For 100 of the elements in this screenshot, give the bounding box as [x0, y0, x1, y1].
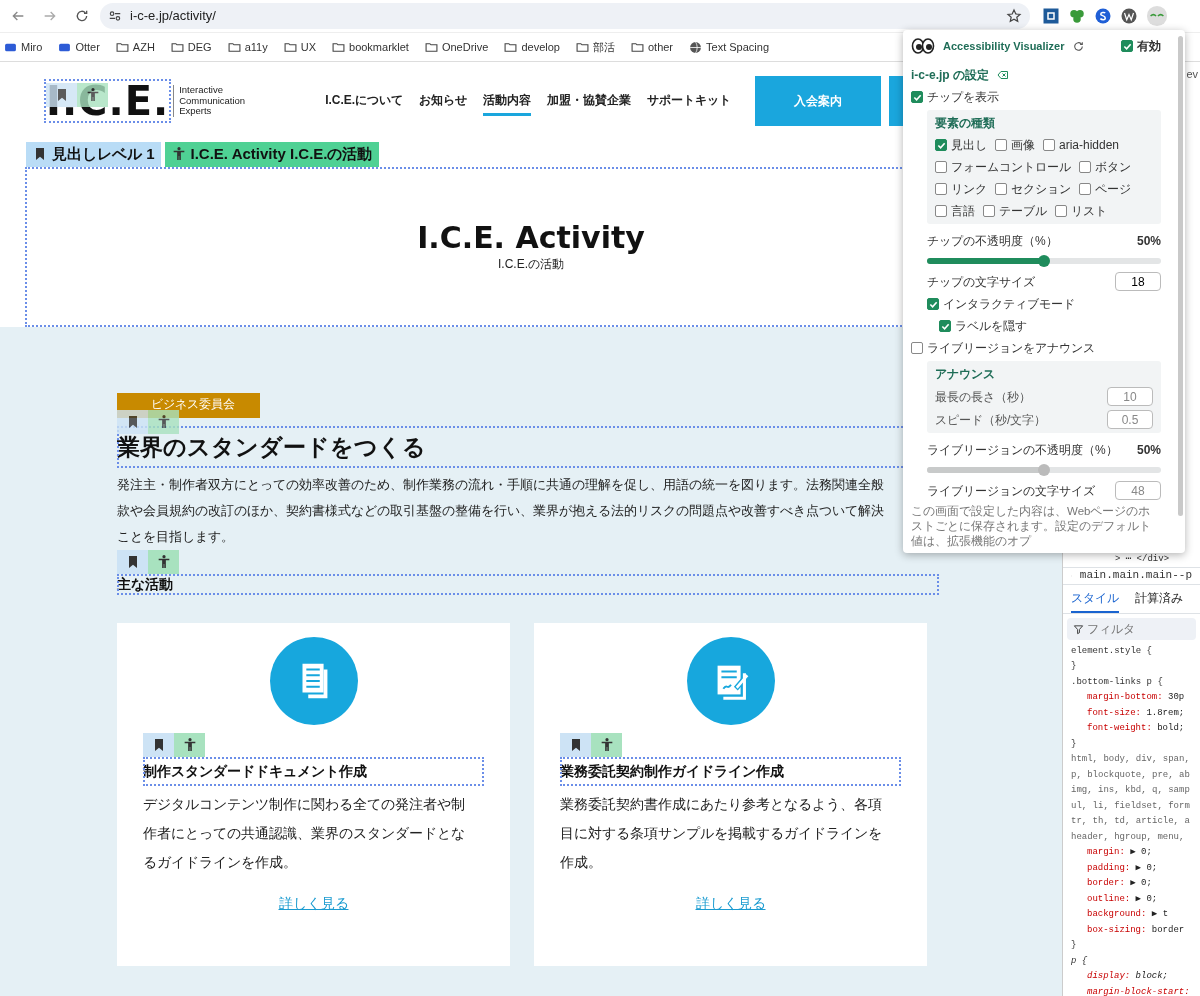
checkbox-label: aria-hidden	[1059, 137, 1120, 154]
checkbox[interactable]	[935, 183, 947, 195]
clover-icon	[1068, 7, 1086, 25]
bookmark-link[interactable]: UX	[283, 38, 316, 56]
devtools-tab[interactable]: スタイル	[1071, 584, 1119, 613]
checkbox-label: 有効	[1137, 38, 1161, 55]
checkbox[interactable]	[1055, 205, 1067, 217]
bookmark-link[interactable]: other	[630, 38, 674, 56]
nav-link[interactable]: I.C.E.について	[325, 86, 404, 116]
field-label: 最長の長さ（秒）	[935, 388, 1031, 406]
nav-link[interactable]: お知らせ	[419, 86, 468, 116]
folder-icon	[424, 40, 438, 54]
checkbox[interactable]	[939, 320, 951, 332]
reload-icon	[1072, 39, 1086, 53]
bookmark-link[interactable]: Miro	[4, 38, 43, 56]
checkbox-label: ページ	[1095, 181, 1131, 198]
clear-icon	[997, 69, 1009, 81]
css-text: p, blockquote, pre, ab	[1071, 768, 1191, 782]
css-declaration: display: block;	[1086, 970, 1170, 983]
checkbox[interactable]	[1043, 139, 1055, 151]
check-icon	[912, 92, 922, 102]
name-chip: I.C.E. Activity I.C.E.の活動	[164, 142, 379, 167]
number-field[interactable]: 10	[1107, 387, 1153, 406]
checkbox[interactable]	[995, 183, 1007, 195]
logo-tagline: Interactive Communication Experts	[173, 85, 246, 117]
address-bar[interactable]: i-c-e.jp/activity/	[100, 3, 1030, 29]
css-text: tr, th, td, article, a	[1071, 815, 1191, 828]
checkbox[interactable]	[983, 205, 995, 217]
slider-value: 50%	[1136, 442, 1161, 459]
bookmark-link[interactable]: bookmarklet	[332, 38, 409, 56]
popup-title: Accessibility Visualizer	[943, 38, 1065, 54]
bookmark-link[interactable]: OneDrive	[424, 38, 489, 56]
css-text: }	[1071, 660, 1078, 673]
checkbox[interactable]	[911, 342, 923, 354]
checkbox[interactable]	[935, 139, 947, 151]
css-text: header, hgroup, menu,	[1071, 830, 1186, 844]
bookmark-link[interactable]: DEG	[170, 38, 212, 56]
checkbox-label: リスト	[1071, 203, 1107, 220]
checkbox[interactable]	[935, 161, 947, 173]
folder-icon	[115, 40, 129, 54]
checkbox[interactable]	[935, 205, 947, 217]
logo-mark: I.C.E.	[46, 81, 170, 121]
s-logo-icon	[1094, 7, 1112, 25]
filter-field[interactable]: フィルタ	[1067, 617, 1196, 640]
css-declaration: margin-bottom: 30p	[1086, 691, 1186, 704]
breadcrumb[interactable]: main.main.main--p	[1079, 568, 1192, 584]
css-text: }	[1071, 737, 1078, 751]
bookmark-link[interactable]: 部活	[575, 38, 615, 56]
field-label: ライブリージョンの文字サイズ	[927, 482, 1095, 500]
slider-thumb[interactable]	[1038, 255, 1050, 267]
css-declaration: font-weight: bold;	[1086, 722, 1186, 735]
page-subtitle: I.C.E.の活動	[498, 256, 564, 273]
checkbox[interactable]	[1121, 40, 1133, 52]
css-declaration: box-sizing: border	[1086, 923, 1186, 937]
checkbox-label: インタラクティブモード	[943, 296, 1075, 313]
field-label: チップの文字サイズ	[927, 273, 1035, 291]
nav-link[interactable]: 加盟・協賛企業	[547, 86, 632, 116]
bookmark-link[interactable]: develop	[504, 38, 560, 56]
subheading: 主な活動	[117, 574, 939, 595]
css-declaration: outline: ▶ 0;	[1086, 892, 1159, 906]
settings-heading: i-c-e.jp の設定	[911, 67, 989, 84]
css-text: img, ins, kbd, q, samp	[1071, 784, 1191, 797]
card-text: 業務委託契約書作成にあたり参考となるよう、各項目に対する条項サンプルを掲載するガイドラインを作成。	[560, 796, 883, 872]
folder-icon	[575, 40, 589, 54]
folder-icon	[504, 40, 518, 54]
group-title: アナウンス	[935, 366, 996, 383]
css-text: html, body, div, span,	[1071, 753, 1191, 766]
css-declaration: padding: ▶ 0;	[1086, 861, 1159, 875]
slider-label: ライブリージョンの不透明度（%）	[927, 442, 1118, 459]
checkbox-label: チップを表示	[927, 89, 999, 106]
eyes-icon	[1146, 5, 1168, 27]
checkbox-label: リンク	[951, 181, 987, 198]
slider-label: チップの不透明度（%）	[927, 233, 1058, 250]
checkbox[interactable]	[995, 139, 1007, 151]
globe-icon	[689, 40, 703, 54]
bookmark-link[interactable]: AZH	[115, 38, 155, 56]
css-text: }	[1071, 939, 1078, 952]
nav-link[interactable]: 活動内容	[483, 86, 532, 116]
css-declaration: font-size: 1.8rem;	[1086, 706, 1186, 720]
checkbox[interactable]	[1079, 161, 1091, 173]
checkbox[interactable]	[1079, 183, 1091, 195]
devtools-tab[interactable]: 計算済み	[1135, 584, 1183, 613]
checkbox-label: 見出し	[951, 137, 987, 154]
url-text: i-c-e.jp/activity/	[130, 7, 217, 26]
number-field[interactable]: 18	[1115, 272, 1161, 291]
bookmark-link[interactable]: Text Spacing	[689, 38, 769, 56]
nav-link[interactable]: サポートキット	[647, 86, 732, 116]
number-field[interactable]: 48	[1115, 481, 1161, 500]
extension-icon	[1042, 7, 1060, 25]
css-declaration: margin-block-start:	[1086, 985, 1191, 996]
checkbox[interactable]	[927, 298, 939, 310]
bookmark-link[interactable]: a11y	[227, 38, 268, 56]
checkbox-label: セクション	[1011, 181, 1071, 198]
checkbox[interactable]	[911, 91, 923, 103]
bookmark-link[interactable]: Otter	[58, 38, 100, 56]
elements-text: > ⋯ </div>	[1115, 552, 1170, 566]
css-declaration: margin: ▶ 0;	[1086, 846, 1153, 859]
folder-icon	[332, 40, 345, 54]
number-field[interactable]: 0.5	[1107, 410, 1153, 429]
check-icon	[1122, 41, 1132, 51]
